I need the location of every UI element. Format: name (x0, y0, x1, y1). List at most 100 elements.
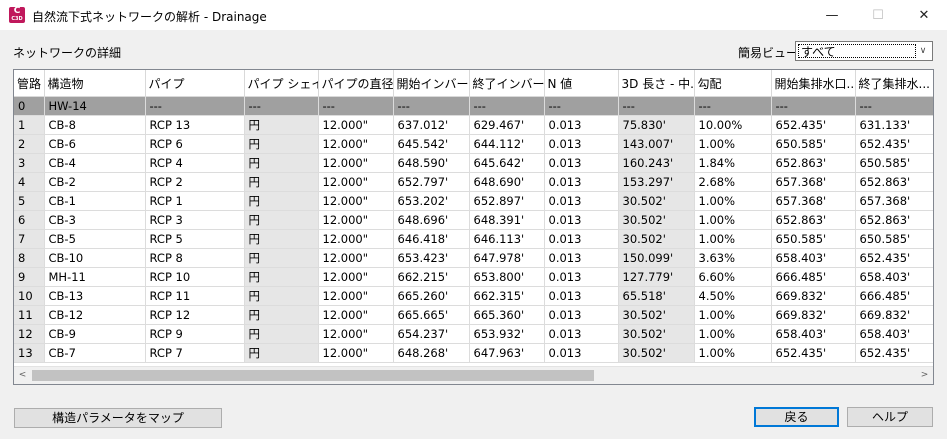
table-cell[interactable]: MH-11 (44, 267, 146, 287)
table-cell[interactable]: 1.84% (694, 153, 772, 173)
table-cell[interactable]: 652.435' (771, 343, 856, 363)
table-cell[interactable]: 3.63% (694, 248, 772, 268)
table-cell[interactable]: RCP 12 (145, 305, 245, 325)
table-cell[interactable]: CB-7 (44, 343, 146, 363)
network-details-grid[interactable]: 管路構造物パイプパイプ シェイプパイプの直径開始インバー...終了インバー...… (13, 69, 934, 385)
table-cell[interactable]: 645.542' (393, 134, 470, 154)
table-cell[interactable]: 637.012' (393, 115, 470, 135)
minimize-button[interactable]: — (809, 0, 855, 30)
table-cell[interactable]: 1.00% (694, 305, 772, 325)
back-button[interactable]: 戻る (754, 407, 839, 427)
table-cell[interactable]: --- (469, 96, 545, 116)
table-cell[interactable]: CB-6 (44, 134, 146, 154)
table-cell[interactable]: 652.435' (855, 343, 933, 363)
table-cell[interactable]: CB-3 (44, 210, 146, 230)
table-row[interactable]: 5 CB-1 RCP 1 円 12.000" 653.202' 652.897' 0.013 3… (14, 191, 933, 211)
table-cell[interactable]: 0.013 (544, 229, 619, 249)
table-cell[interactable]: 648.696' (393, 210, 470, 230)
table-cell[interactable]: 12.000" (318, 115, 394, 135)
column-header[interactable]: 終了集排水... (855, 70, 933, 97)
table-cell[interactable]: CB-2 (44, 172, 146, 192)
table-cell[interactable]: 0.013 (544, 248, 619, 268)
column-header[interactable]: 終了インバー... (469, 70, 545, 97)
table-cell[interactable]: 669.832' (771, 305, 856, 325)
table-cell[interactable]: 658.403' (855, 267, 933, 287)
column-header[interactable]: N 値 (544, 70, 619, 97)
table-cell[interactable]: CB-12 (44, 305, 146, 325)
table-cell[interactable]: 0.013 (544, 153, 619, 173)
table-cell[interactable]: CB-13 (44, 286, 146, 306)
table-cell[interactable]: 647.963' (469, 343, 545, 363)
table-cell[interactable]: CB-1 (44, 191, 146, 211)
table-cell[interactable]: 650.585' (771, 134, 856, 154)
table-cell[interactable]: 12.000" (318, 324, 394, 344)
table-cell[interactable]: 644.112' (469, 134, 545, 154)
table-cell[interactable]: RCP 11 (145, 286, 245, 306)
table-cell[interactable]: 665.665' (393, 305, 470, 325)
table-cell[interactable]: 12.000" (318, 267, 394, 287)
table-cell[interactable]: RCP 8 (145, 248, 245, 268)
table-cell[interactable]: 647.978' (469, 248, 545, 268)
table-cell[interactable]: 652.863' (855, 210, 933, 230)
help-button[interactable]: ヘルプ (847, 407, 933, 427)
table-cell[interactable]: 1.00% (694, 210, 772, 230)
scroll-left-icon[interactable]: < (14, 367, 31, 384)
column-header[interactable]: 3D 長さ - 中... (618, 70, 695, 97)
table-cell[interactable]: 1.00% (694, 229, 772, 249)
table-cell[interactable]: 0.013 (544, 172, 619, 192)
scroll-right-icon[interactable]: > (916, 367, 933, 384)
table-cell[interactable]: RCP 1 (145, 191, 245, 211)
table-cell[interactable]: 12.000" (318, 210, 394, 230)
table-cell[interactable]: CB-8 (44, 115, 146, 135)
table-row[interactable]: 9 MH-11 RCP 10 円 12.000" 662.215' 653.800' 0.01… (14, 267, 933, 287)
table-cell[interactable]: 657.368' (855, 191, 933, 211)
table-cell[interactable]: 0.013 (544, 324, 619, 344)
view-filter-select[interactable]: すべて ∨ (795, 41, 933, 61)
table-cell[interactable]: 666.485' (855, 286, 933, 306)
table-cell[interactable]: 0.013 (544, 115, 619, 135)
table-cell[interactable]: RCP 2 (145, 172, 245, 192)
table-cell[interactable]: 1.00% (694, 191, 772, 211)
table-cell[interactable]: RCP 7 (145, 343, 245, 363)
table-cell[interactable]: 658.403' (855, 324, 933, 344)
table-cell[interactable]: CB-5 (44, 229, 146, 249)
table-cell[interactable]: 0.013 (544, 134, 619, 154)
table-cell[interactable]: --- (771, 96, 856, 116)
table-cell[interactable]: 0.013 (544, 343, 619, 363)
table-cell[interactable]: 652.863' (855, 172, 933, 192)
maximize-button[interactable]: ☐ (855, 0, 901, 30)
table-cell[interactable]: 645.642' (469, 153, 545, 173)
table-row[interactable]: 8 CB-10 RCP 8 円 12.000" 653.423' 647.978' 0.013… (14, 248, 933, 268)
table-cell[interactable]: 631.133' (855, 115, 933, 135)
table-cell[interactable]: 666.485' (771, 267, 856, 287)
table-cell[interactable]: 653.932' (469, 324, 545, 344)
table-cell[interactable]: 652.863' (771, 210, 856, 230)
table-cell[interactable]: 12.000" (318, 191, 394, 211)
table-cell[interactable]: 629.467' (469, 115, 545, 135)
table-cell[interactable]: 12.000" (318, 134, 394, 154)
table-cell[interactable]: 662.315' (469, 286, 545, 306)
table-cell[interactable]: 10.00% (694, 115, 772, 135)
table-row[interactable]: 0 HW-14 --- --- --- --- --- --- --- --- --- --- (14, 96, 933, 116)
table-cell[interactable]: 0.013 (544, 191, 619, 211)
table-cell[interactable]: RCP 10 (145, 267, 245, 287)
table-cell[interactable]: --- (694, 96, 772, 116)
column-header[interactable]: 構造物 (44, 70, 146, 97)
table-cell[interactable]: 653.800' (469, 267, 545, 287)
table-cell[interactable]: HW-14 (44, 96, 146, 116)
table-cell[interactable]: 657.368' (771, 172, 856, 192)
table-cell[interactable]: 652.863' (771, 153, 856, 173)
table-cell[interactable]: 653.202' (393, 191, 470, 211)
table-row[interactable]: 6 CB-3 RCP 3 円 12.000" 648.696' 648.391' 0.013 3… (14, 210, 933, 230)
table-cell[interactable]: 654.237' (393, 324, 470, 344)
table-cell[interactable]: 1.00% (694, 343, 772, 363)
table-cell[interactable]: RCP 4 (145, 153, 245, 173)
table-cell[interactable]: CB-10 (44, 248, 146, 268)
table-cell[interactable]: 648.690' (469, 172, 545, 192)
table-cell[interactable]: 1.00% (694, 324, 772, 344)
table-cell[interactable]: 2.68% (694, 172, 772, 192)
table-cell[interactable]: 648.590' (393, 153, 470, 173)
table-cell[interactable]: CB-9 (44, 324, 146, 344)
table-cell[interactable]: 665.260' (393, 286, 470, 306)
table-cell[interactable]: 4.50% (694, 286, 772, 306)
